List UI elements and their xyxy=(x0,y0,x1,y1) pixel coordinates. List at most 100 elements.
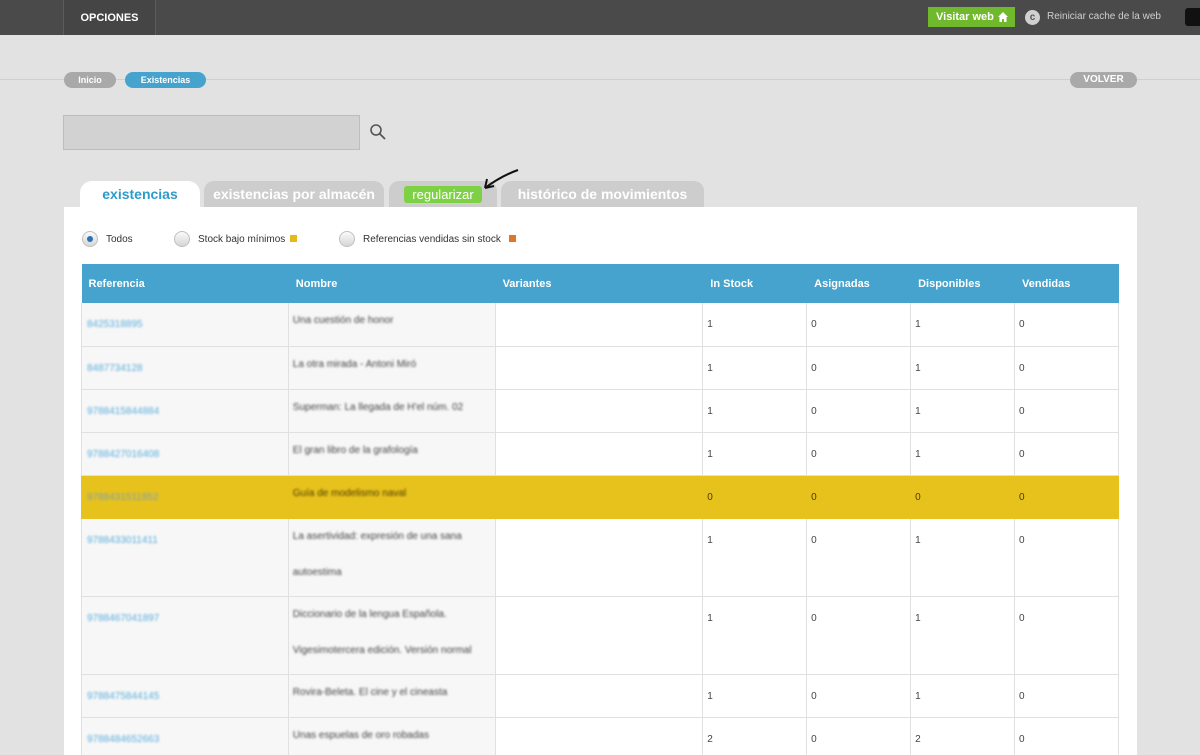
col-in-stock[interactable]: In Stock xyxy=(702,264,808,303)
back-button[interactable]: VOLVER xyxy=(1070,72,1137,88)
stock-cell: 1 xyxy=(702,346,808,390)
user-menu-corner[interactable] xyxy=(1185,8,1200,26)
tab-existencias-por-almacen[interactable]: existencias por almacén xyxy=(204,181,384,208)
asignadas-cell: 0 xyxy=(806,717,912,755)
legend-orange-square xyxy=(509,235,516,242)
col-vendidas[interactable]: Vendidas xyxy=(1014,264,1119,303)
disponibles-cell: 1 xyxy=(910,518,1016,597)
c-circle-icon[interactable]: c xyxy=(1025,10,1040,25)
nombre-cell: Unas espuelas de oro robadas xyxy=(288,717,496,755)
search-icon[interactable] xyxy=(369,123,387,141)
breadcrumb-inicio[interactable]: Inicio xyxy=(64,72,116,88)
table-row: 9788433011411 La asertividad: expresión … xyxy=(81,518,1119,597)
col-referencia[interactable]: Referencia xyxy=(81,264,289,303)
filter-stock-bajo-minimos[interactable]: Stock bajo mínimos xyxy=(174,230,324,248)
nombre-cell: Una cuestión de honor xyxy=(288,303,496,347)
nombre-cell: Guía de modelismo naval xyxy=(288,475,496,519)
radio-stock-bajo-minimos[interactable] xyxy=(174,231,190,247)
disponibles-cell: 1 xyxy=(910,303,1016,347)
reset-cache-link[interactable]: Reiniciar cache de la web xyxy=(1047,11,1161,22)
table-header: Referencia Nombre Variantes In Stock Asi… xyxy=(81,264,1119,303)
asignadas-cell: 0 xyxy=(806,475,912,519)
table-row: 9788475844145 Rovira-Beleta. El cine y e… xyxy=(81,674,1119,718)
table-row: 9788484652663 Unas espuelas de oro robad… xyxy=(81,717,1119,755)
vendidas-cell: 0 xyxy=(1014,303,1119,347)
ref-link[interactable]: 8487734128 xyxy=(81,346,289,390)
variantes-cell xyxy=(495,518,704,597)
tab-historico-movimientos[interactable]: histórico de movimientos xyxy=(501,181,704,208)
nombre-cell: Rovira-Beleta. El cine y el cineasta xyxy=(288,674,496,718)
ref-link[interactable]: 9788431511852 xyxy=(81,475,289,519)
asignadas-cell: 0 xyxy=(806,674,912,718)
table-row: 8487734128 La otra mirada - Antoni Miró … xyxy=(81,346,1119,390)
variantes-cell xyxy=(495,475,704,519)
disponibles-cell: 1 xyxy=(910,596,1016,675)
disponibles-cell: 1 xyxy=(910,389,1016,433)
asignadas-cell: 0 xyxy=(806,303,912,347)
vendidas-cell: 0 xyxy=(1014,518,1119,597)
variantes-cell xyxy=(495,596,704,675)
tab-existencias[interactable]: existencias xyxy=(80,181,200,208)
table-row: 9788415844884 Superman: La llegada de H'… xyxy=(81,389,1119,433)
ref-link[interactable]: 8425318895 xyxy=(81,303,289,347)
radio-todos[interactable] xyxy=(82,231,98,247)
nombre-cell: Diccionario de la lengua Española. Vigesi… xyxy=(288,596,496,675)
filter-vendidas-sin-stock[interactable]: Referencias vendidas sin stock xyxy=(339,230,539,248)
asignadas-cell: 0 xyxy=(806,346,912,390)
table-row: 8425318895 Una cuestión de honor 1 0 1 0 xyxy=(81,303,1119,347)
vendidas-cell: 0 xyxy=(1014,432,1119,476)
ref-link[interactable]: 9788433011411 xyxy=(81,518,289,597)
vendidas-cell: 0 xyxy=(1014,346,1119,390)
variantes-cell xyxy=(495,717,704,755)
vendidas-cell: 0 xyxy=(1014,596,1119,675)
disponibles-cell: 1 xyxy=(910,432,1016,476)
variantes-cell xyxy=(495,674,704,718)
asignadas-cell: 0 xyxy=(806,432,912,476)
ref-link[interactable]: 9788467041897 xyxy=(81,596,289,675)
radio-vendidas-sin-stock[interactable] xyxy=(339,231,355,247)
col-asignadas[interactable]: Asignadas xyxy=(806,264,912,303)
filter-label: Todos xyxy=(106,234,133,245)
annotation-arrow-icon xyxy=(484,169,519,189)
col-disponibles[interactable]: Disponibles xyxy=(910,264,1016,303)
top-bar: OPCIONES Visitar web c Reiniciar cache d… xyxy=(0,0,1200,35)
asignadas-cell: 0 xyxy=(806,596,912,675)
ref-link[interactable]: 9788484652663 xyxy=(81,717,289,755)
stock-cell: 0 xyxy=(702,475,808,519)
table-row-highlighted: 9788431511852 Guía de modelismo naval 0 … xyxy=(81,475,1119,519)
visit-web-label: Visitar web xyxy=(936,11,994,23)
stock-cell: 1 xyxy=(702,518,808,597)
stock-cell: 1 xyxy=(702,674,808,718)
ref-link[interactable]: 9788427016408 xyxy=(81,432,289,476)
stock-cell: 1 xyxy=(702,303,808,347)
table-row: 9788467041897 Diccionario de la lengua E… xyxy=(81,596,1119,675)
filter-label: Stock bajo mínimos xyxy=(198,234,286,245)
ref-link[interactable]: 9788415844884 xyxy=(81,389,289,433)
ref-link[interactable]: 9788475844145 xyxy=(81,674,289,718)
stock-cell: 1 xyxy=(702,596,808,675)
col-nombre[interactable]: Nombre xyxy=(288,264,496,303)
vendidas-cell: 0 xyxy=(1014,475,1119,519)
breadcrumb-existencias[interactable]: Existencias xyxy=(125,72,206,88)
variantes-cell xyxy=(495,346,704,390)
variantes-cell xyxy=(495,432,704,476)
nombre-cell: La otra mirada - Antoni Miró xyxy=(288,346,496,390)
vendidas-cell: 0 xyxy=(1014,389,1119,433)
disponibles-cell: 1 xyxy=(910,674,1016,718)
variantes-cell xyxy=(495,389,704,433)
disponibles-cell: 1 xyxy=(910,346,1016,390)
filter-todos[interactable]: Todos xyxy=(82,230,162,248)
visit-web-button[interactable]: Visitar web xyxy=(928,7,1015,27)
opciones-menu[interactable]: OPCIONES xyxy=(63,0,156,35)
table-row: 9788427016408 El gran libro de la grafol… xyxy=(81,432,1119,476)
stock-table: Referencia Nombre Variantes In Stock Asi… xyxy=(81,264,1119,755)
stock-cell: 1 xyxy=(702,389,808,433)
search-input[interactable] xyxy=(63,115,360,150)
asignadas-cell: 0 xyxy=(806,518,912,597)
stock-filters: Todos Stock bajo mínimos Referencias ven… xyxy=(82,230,882,248)
disponibles-cell: 2 xyxy=(910,717,1016,755)
nombre-cell: La asertividad: expresión de una sana aut… xyxy=(288,518,496,597)
vendidas-cell: 0 xyxy=(1014,674,1119,718)
tab-regularizar-label: regularizar xyxy=(404,186,482,203)
col-variantes[interactable]: Variantes xyxy=(495,264,704,303)
